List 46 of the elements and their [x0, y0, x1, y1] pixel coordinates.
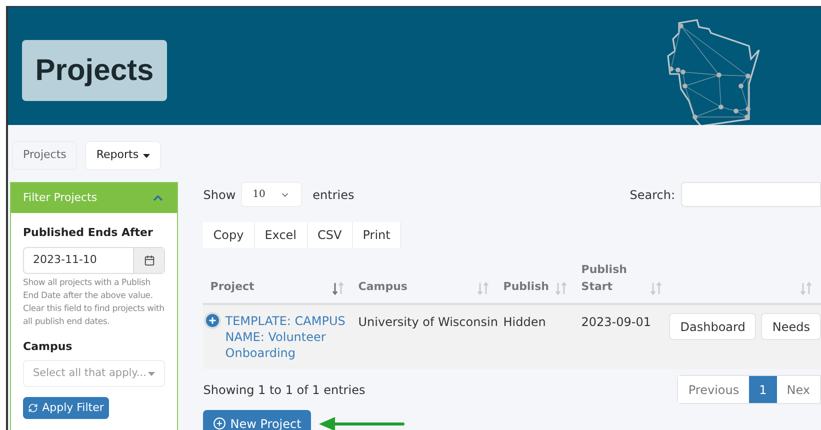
page-button[interactable]: Nex	[776, 376, 820, 403]
column-header[interactable]: Campus	[351, 259, 496, 303]
search-field[interactable]	[681, 182, 821, 207]
page-button[interactable]: 1	[749, 376, 777, 403]
date-value: 2023-11-10	[32, 252, 98, 268]
page-button[interactable]: Previous	[678, 376, 750, 403]
field-label: Published Ends After	[23, 225, 154, 241]
show-label: Show	[203, 186, 236, 204]
nav-tab[interactable]: Reports	[85, 141, 161, 170]
column-title: Project	[210, 279, 254, 295]
calendar-icon	[144, 254, 155, 266]
sort-icon[interactable]	[332, 282, 344, 295]
table-cell-text: Hidden	[502, 314, 547, 331]
column-title: Campus	[358, 279, 408, 295]
table-cell-text: University of Wisconsin	[357, 314, 496, 331]
search-label: Search:	[630, 186, 675, 204]
select-placeholder: Select all that apply...	[33, 366, 146, 381]
column-header[interactable]: Project	[203, 259, 352, 303]
page-length-select[interactable]: 10	[240, 182, 302, 207]
arrow-icon	[319, 416, 406, 430]
new-project-button[interactable]: New Project	[203, 410, 312, 430]
campus-select[interactable]: Select all that apply...	[23, 360, 166, 387]
help-text: Show all projects with a Publish End Date after the above value. Clear this field to find projects with all publish end dates.	[23, 276, 166, 328]
field-label: Campus	[23, 338, 74, 354]
refresh-icon	[28, 403, 38, 413]
entries-label: entries	[312, 186, 354, 204]
action-button[interactable]: Needs	[761, 313, 821, 340]
column-title: Publish	[503, 279, 549, 295]
table-info: Showing 1 to 1 of 1 entries	[203, 382, 366, 398]
page-title: Projects	[22, 40, 167, 101]
plus-circle-icon	[213, 417, 226, 430]
column-title: Publish Start	[581, 262, 628, 295]
project-link[interactable]: TEMPLATE: CAMPUS NAME: Volunteer Onboarding	[225, 313, 348, 369]
select-value: 10	[252, 188, 266, 202]
action-button[interactable]: Dashboard	[669, 313, 756, 340]
export-button[interactable]: Copy	[203, 222, 255, 248]
expand-icon[interactable]	[206, 314, 220, 327]
table-cell-text: 2023-09-01	[580, 314, 652, 331]
nav-tab[interactable]: Projects	[12, 141, 78, 170]
column-header[interactable]: Publish Start	[574, 259, 670, 303]
filter-title: Filter Projects	[23, 190, 98, 206]
apply-filter-button[interactable]: Apply Filter	[23, 397, 109, 419]
column-header[interactable]: Publish	[496, 259, 574, 303]
caret-icon	[148, 372, 156, 376]
date-field[interactable]: 2023-11-10	[23, 246, 166, 274]
calendar-button[interactable]	[133, 248, 164, 272]
